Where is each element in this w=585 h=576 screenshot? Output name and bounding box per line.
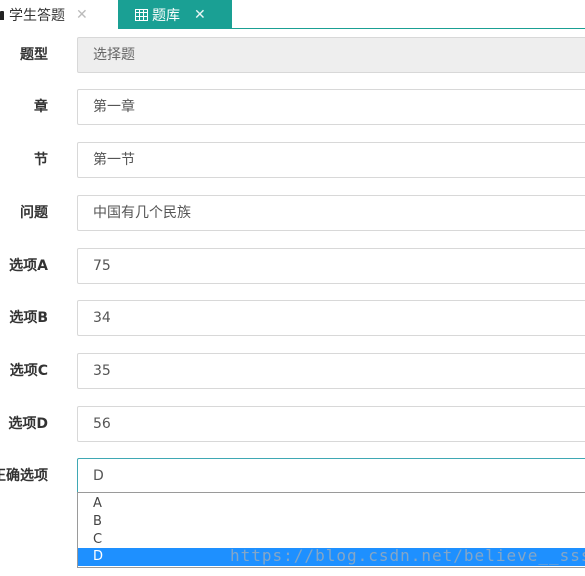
option-a-field[interactable]: 75 [77,248,585,284]
form-row-option-c: 选项C 35 [0,353,585,389]
option-b-field[interactable]: 34 [77,300,585,336]
chapter-field[interactable]: 第一章 [77,89,585,125]
answer-option-b[interactable]: B [78,513,585,531]
close-icon[interactable]: ✕ [76,8,88,22]
form-row-question: 问题 中国有几个民族 [0,195,585,231]
section-label: 节 [34,152,48,168]
document-icon [0,11,4,20]
close-icon[interactable]: ✕ [194,8,206,22]
form-row-answer: 正确选项 D [0,458,585,494]
tab-label: 学生答题 [9,7,65,24]
section-field[interactable]: 第一节 [77,142,585,178]
form-row-option-d: 选项D 56 [0,406,585,442]
answer-label: 正确选项 [0,468,48,484]
option-d-field[interactable]: 56 [77,406,585,442]
type-field: 选择题 [77,37,585,73]
option-b-label: 选项B [9,310,48,326]
tab-bar: 学生答题 ✕ 题库 ✕ [0,0,585,29]
option-c-field[interactable]: 35 [77,353,585,389]
option-d-label: 选项D [8,416,48,432]
form-row-chapter: 章 第一章 [0,89,585,125]
form-row-section: 节 第一节 [0,142,585,178]
form-row-option-b: 选项B 34 [0,300,585,336]
tab-question-bank[interactable]: 题库 ✕ [118,0,232,29]
table-icon [135,8,148,21]
form-row-type: 题型 选择题 [0,37,585,73]
question-field[interactable]: 中国有几个民族 [77,195,585,231]
answer-option-a[interactable]: A [78,495,585,513]
tab-student-answer[interactable]: 学生答题 ✕ [0,0,118,29]
option-c-label: 选项C [9,363,48,379]
answer-select[interactable]: D [77,458,585,494]
type-label: 题型 [20,47,48,63]
question-label: 问题 [20,205,48,221]
tab-label: 题库 [152,7,180,24]
chapter-label: 章 [34,99,48,115]
option-a-label: 选项A [9,258,48,274]
question-editor-page: 学生答题 ✕ 题库 ✕ 题型 选择题 章 第一章 节 第一节 问题 中国有几个民… [0,0,585,576]
watermark: https://blog.csdn.net/believe__sss [230,546,585,565]
form-row-option-a: 选项A 75 [0,248,585,284]
